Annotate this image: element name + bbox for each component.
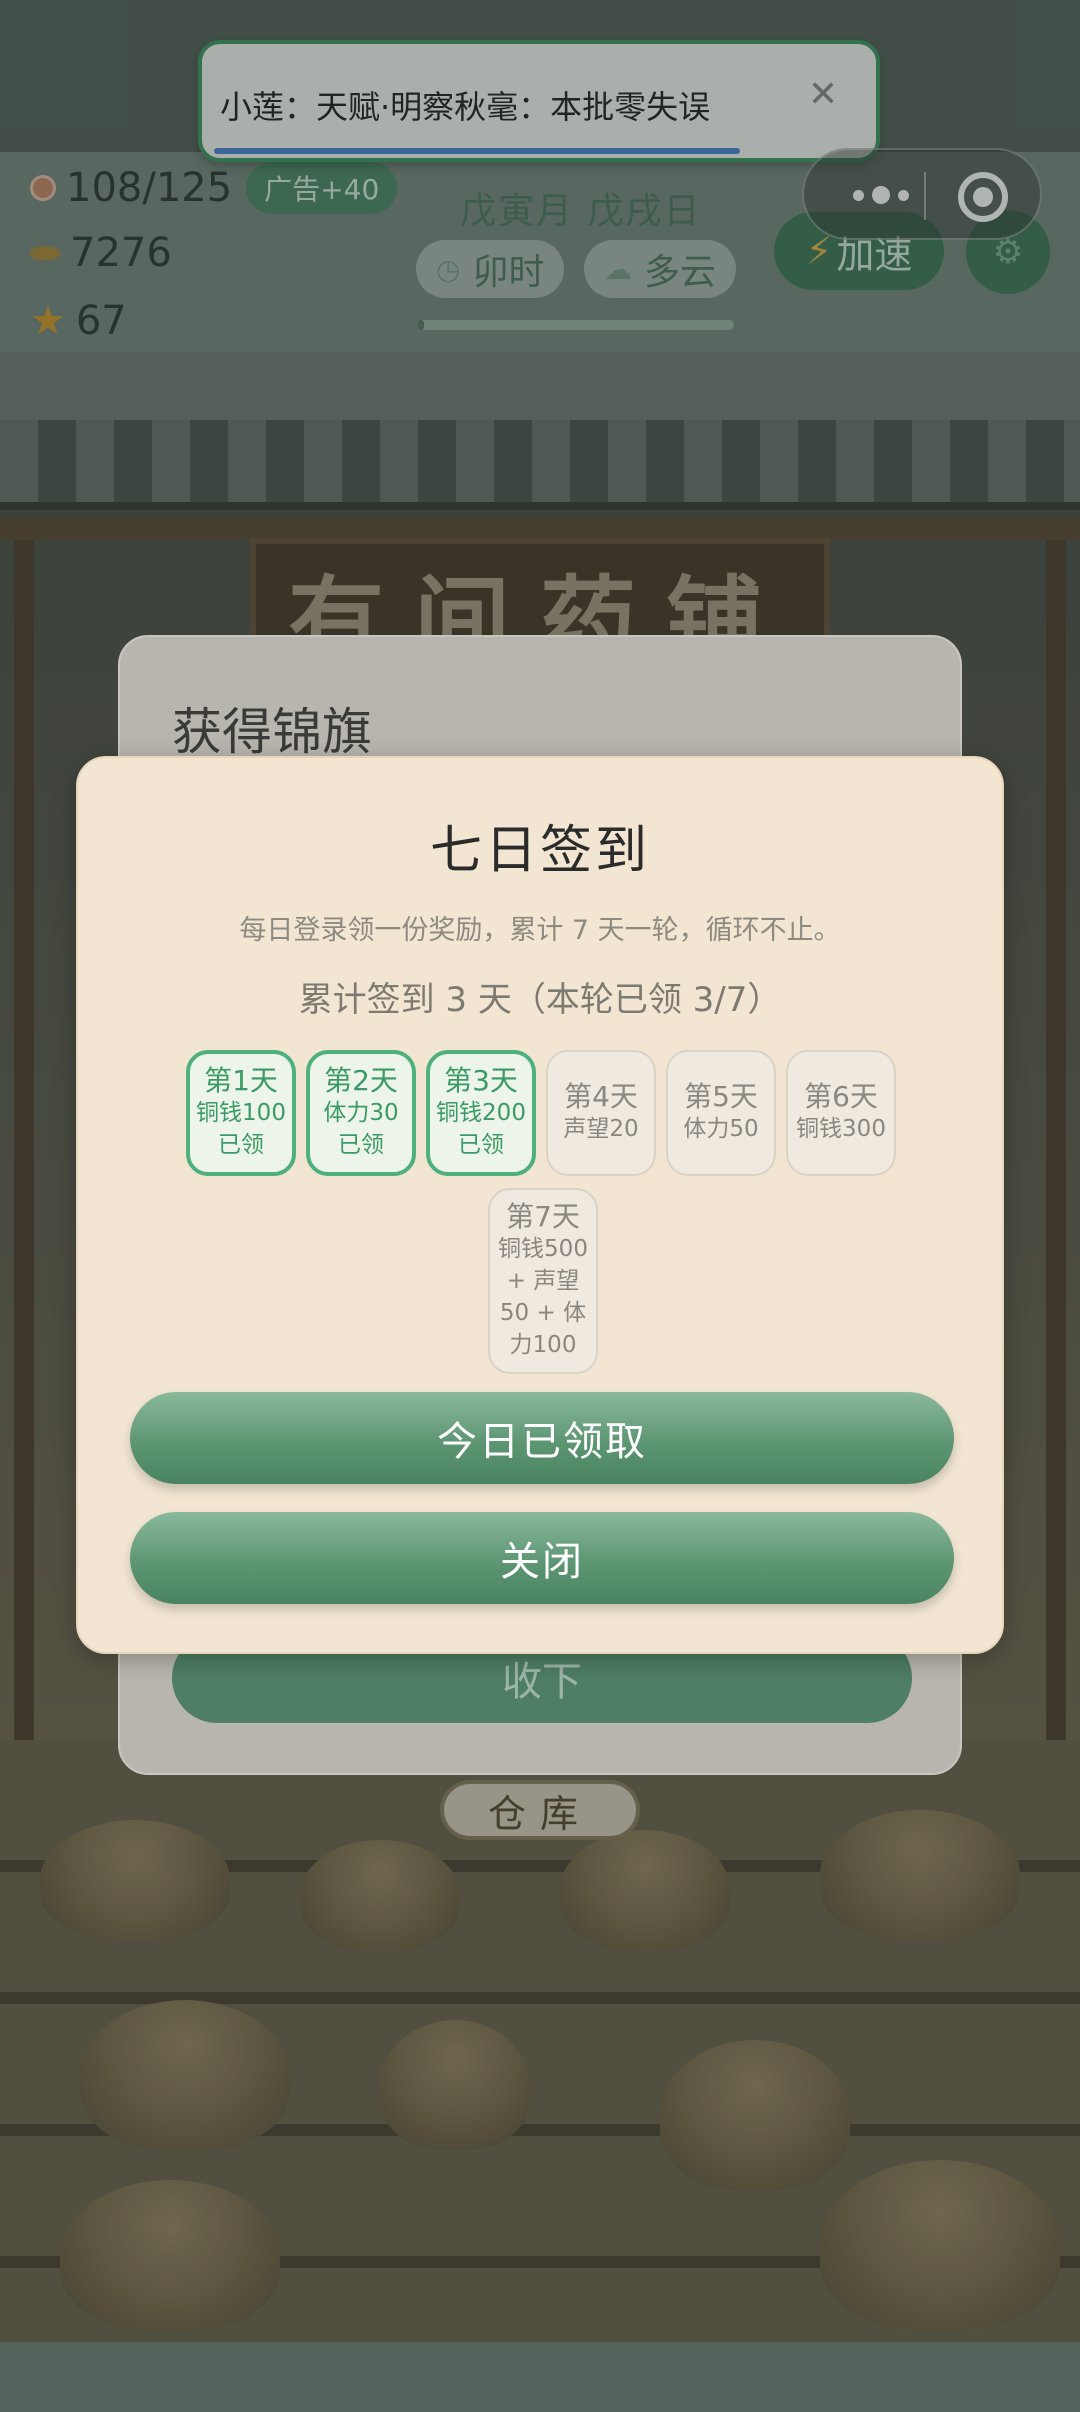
bottom-safe-area bbox=[0, 2342, 1080, 2412]
day-name: 第3天 bbox=[444, 1064, 518, 1097]
day-reward: 铜钱500 + 声望50 + 体力100 bbox=[498, 1236, 588, 1358]
signin-progress-text: 累计签到 3 天（本轮已领 3/7） bbox=[298, 980, 782, 1020]
day-name: 第4天 bbox=[564, 1080, 638, 1113]
day-name: 第5天 bbox=[684, 1080, 758, 1113]
day-reward: 铜钱200 bbox=[436, 1100, 526, 1126]
pennant-dialog-title: 获得锦旗 bbox=[172, 703, 372, 761]
signin-day-1[interactable]: 第1天 铜钱100 已领 bbox=[186, 1050, 296, 1176]
day-reward: 体力50 bbox=[683, 1116, 759, 1142]
signin-description: 每日登录领一份奖励，累计 7 天一轮，循环不止。 bbox=[239, 915, 841, 946]
signin-day-3[interactable]: 第3天 铜钱200 已领 bbox=[426, 1050, 536, 1176]
day-claimed-state: 已领 bbox=[458, 1132, 504, 1158]
day-reward: 铜钱100 bbox=[196, 1100, 286, 1126]
day-name: 第1天 bbox=[204, 1064, 278, 1097]
signin-day-2[interactable]: 第2天 体力30 已领 bbox=[306, 1050, 416, 1176]
day-reward: 体力30 bbox=[323, 1100, 399, 1126]
signin-title: 七日签到 bbox=[429, 821, 650, 881]
day-reward: 声望20 bbox=[563, 1116, 639, 1142]
claim-today-button[interactable]: 今日已领取 bbox=[130, 1392, 954, 1484]
day-claimed-state: 已领 bbox=[338, 1132, 384, 1158]
signin-day-5[interactable]: 第5天 体力50 bbox=[666, 1050, 776, 1176]
day-name: 第2天 bbox=[324, 1064, 398, 1097]
day-name: 第7天 bbox=[506, 1200, 580, 1233]
close-dialog-button[interactable]: 关闭 bbox=[130, 1512, 954, 1604]
day-name: 第6天 bbox=[804, 1080, 878, 1113]
signin-day-4[interactable]: 第4天 声望20 bbox=[546, 1050, 656, 1176]
signin-day-6[interactable]: 第6天 铜钱300 bbox=[786, 1050, 896, 1176]
seven-day-signin-dialog: 七日签到 每日登录领一份奖励，累计 7 天一轮，循环不止。 累计签到 3 天（本… bbox=[76, 756, 1004, 1654]
signin-day-7[interactable]: 第7天 铜钱500 + 声望50 + 体力100 bbox=[488, 1188, 598, 1374]
day-claimed-state: 已领 bbox=[218, 1132, 264, 1158]
day-reward: 铜钱300 bbox=[796, 1116, 886, 1142]
